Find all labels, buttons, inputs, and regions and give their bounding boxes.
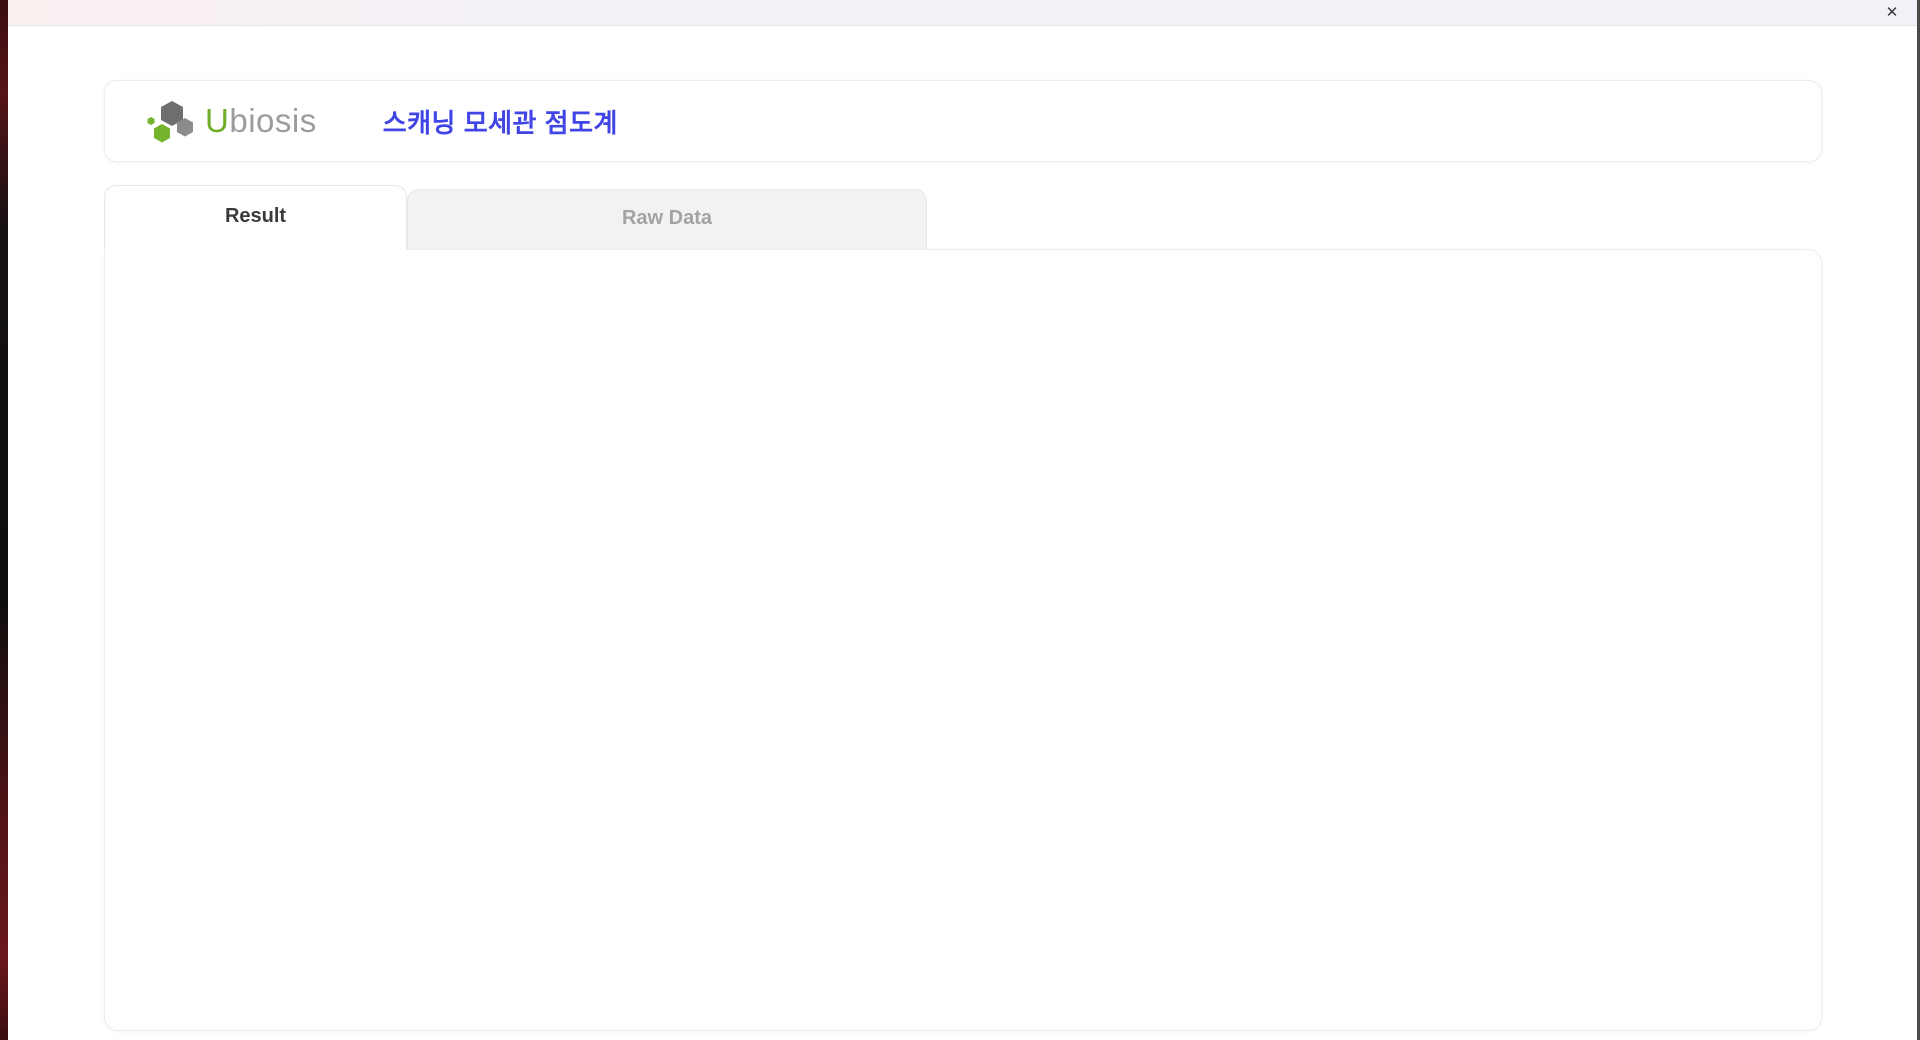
brand-rest: biosis <box>229 102 317 139</box>
page-title: 스캐닝 모세관 점도계 <box>382 107 618 138</box>
tab-raw-data[interactable]: Raw Data <box>407 189 927 249</box>
brand-u: U <box>205 102 230 139</box>
brand-text: Ubiosis <box>205 102 317 140</box>
result-tab-panel <box>104 249 1822 1031</box>
ubiosis-logo-icon <box>147 101 193 143</box>
window-titlebar: ✕ <box>0 0 1920 26</box>
header-card: Ubiosis 스캐닝 모세관 점도계 <box>104 80 1822 162</box>
left-window-edge <box>0 0 8 1040</box>
tab-result[interactable]: Result <box>104 185 407 250</box>
brand: Ubiosis <box>147 97 317 145</box>
close-icon[interactable]: ✕ <box>1882 3 1902 23</box>
